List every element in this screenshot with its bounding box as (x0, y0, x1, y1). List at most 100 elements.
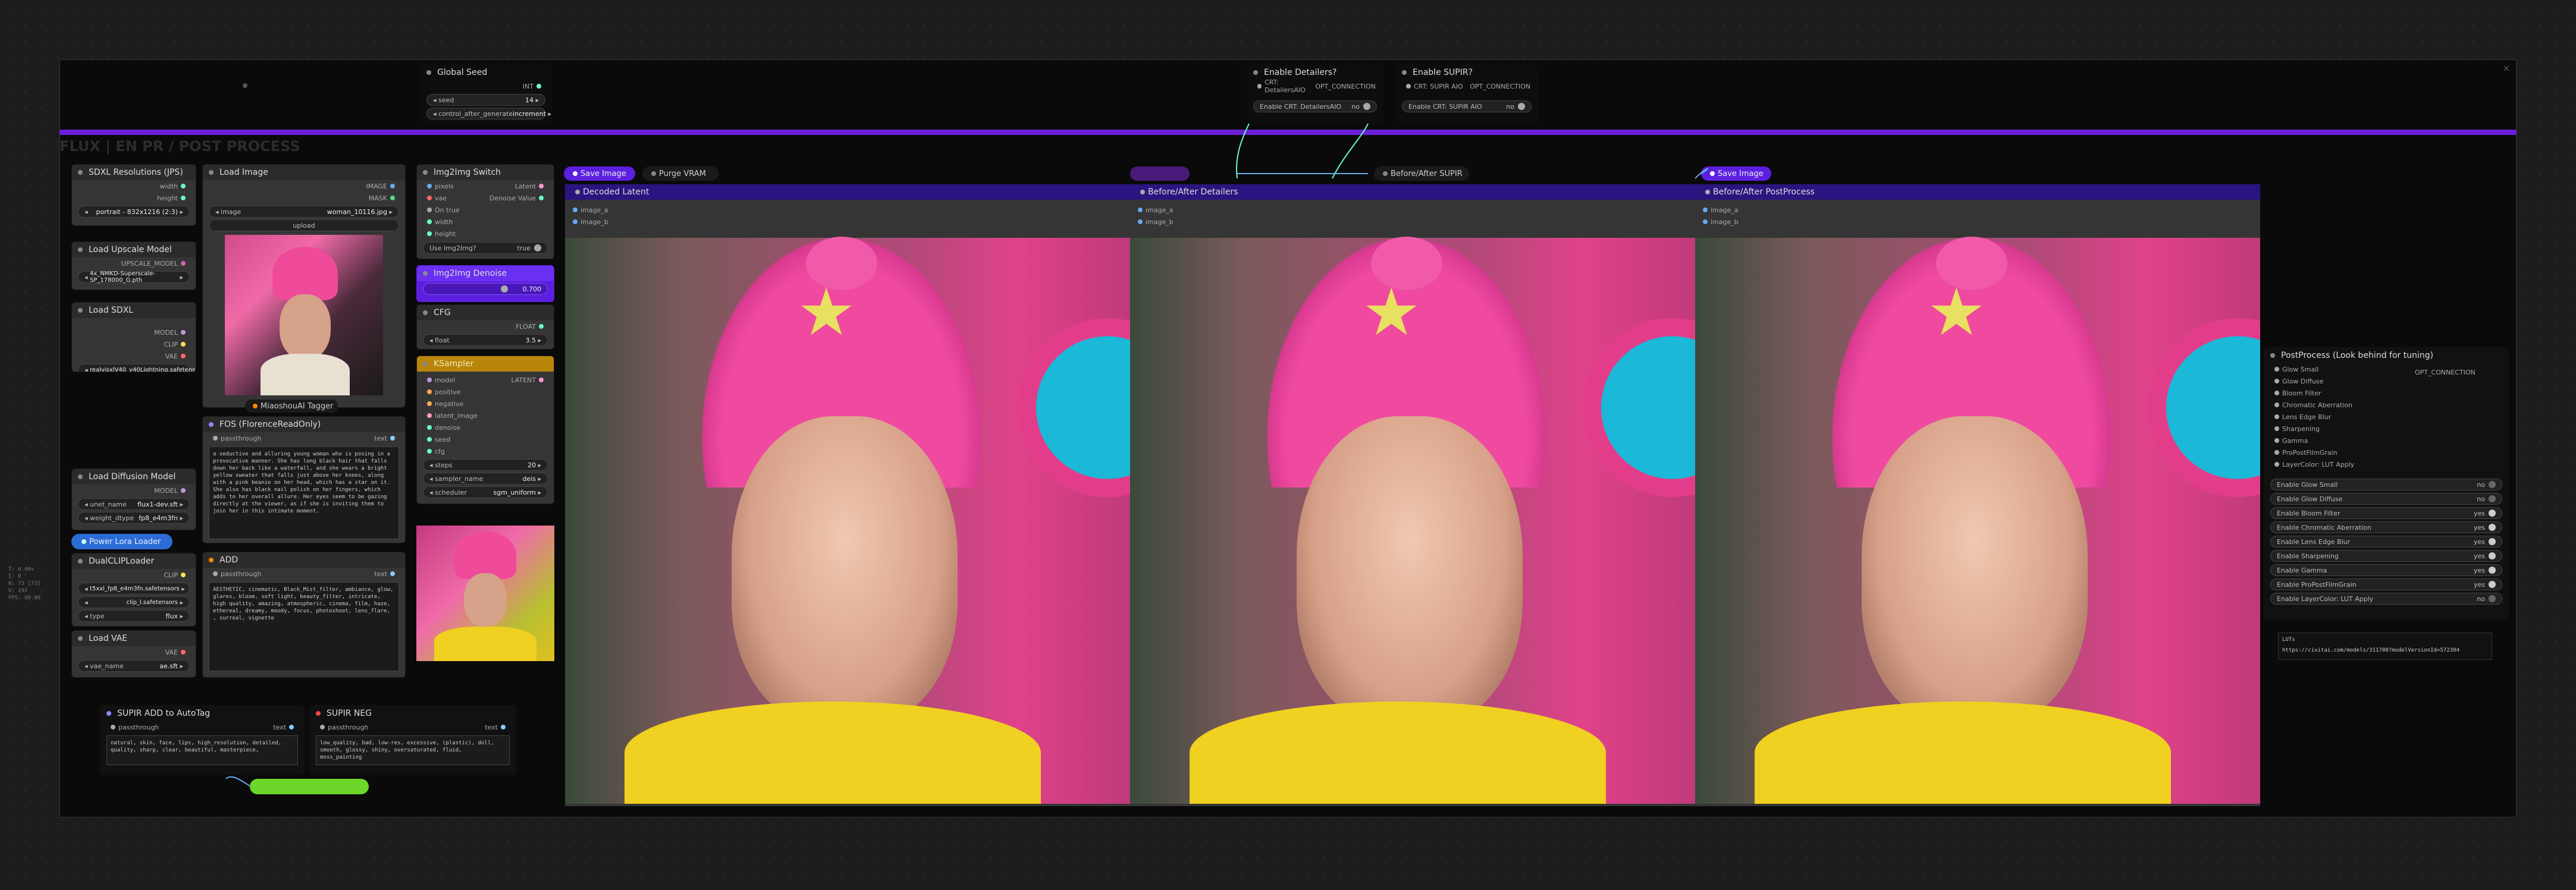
input-socket[interactable] (2274, 462, 2279, 467)
enable-supir-node[interactable]: Enable SUPIR? CRT: SUPIR AIO OPT_CONNECTI… (1395, 64, 1538, 124)
pp-toggle[interactable]: Enable Glow Small no (2270, 479, 2502, 490)
output-socket[interactable] (181, 184, 186, 188)
output-socket[interactable] (539, 196, 544, 200)
load-sdxl-node[interactable]: Load SDXL MODEL CLIP VAE ◂ realvisxlV40_… (71, 302, 196, 372)
postprocess-node[interactable]: PostProcess (Look behind for tuning) Glo… (2264, 347, 2509, 621)
unet-select[interactable]: ◂ unet_name flux1-dev.sft ▸ (78, 498, 190, 510)
input-socket[interactable] (213, 436, 218, 441)
collapse-icon[interactable] (209, 422, 214, 427)
load-vae-node[interactable]: Load VAE VAE ◂ vae_name ae.sft ▸ (71, 630, 196, 678)
denoise-slider[interactable]: 0.700 (423, 283, 548, 295)
collapse-icon[interactable] (423, 310, 428, 315)
output-socket[interactable] (390, 196, 395, 200)
input-socket[interactable] (2274, 450, 2279, 455)
input-socket[interactable] (2274, 426, 2279, 431)
enable-detailers-node[interactable]: Enable Detailers? CRT: DetailersAIO OPT_C… (1247, 64, 1383, 124)
pp-toggle[interactable]: Enable Bloom Filter yes (2270, 507, 2502, 519)
pp-toggle[interactable]: Enable LayerColor: LUT Apply no (2270, 593, 2502, 605)
note-url[interactable]: https://civitai.com/models/311700?modelV… (2282, 647, 2488, 653)
tagger-node[interactable]: MiaoshouAI Tagger (245, 400, 338, 413)
decoded-latent-header[interactable]: Decoded Latent (565, 184, 1130, 200)
supir-add-text[interactable]: natural, skin, face, lips, high_resoluti… (106, 735, 298, 765)
save-image-node-2[interactable]: Save Image (1701, 166, 1771, 181)
collapse-icon[interactable] (78, 308, 83, 313)
input-socket[interactable] (1406, 84, 1411, 89)
collapse-icon[interactable] (1402, 70, 1407, 75)
sdxl-resolutions-node[interactable]: SDXL Resolutions (JPS) width height ◂ po… (71, 164, 196, 226)
clip2-select[interactable]: ◂ clip_l.safetensors ▸ (78, 596, 190, 608)
collapse-icon[interactable] (78, 636, 83, 641)
ba-detailers-header[interactable]: Before/After Detailers (1130, 184, 1695, 200)
control-after-generate-widget[interactable]: ◂ control_after_generate increment ▸ (426, 108, 551, 119)
power-lora-node[interactable]: Power Lora Loader (71, 534, 172, 549)
input-socket[interactable] (2274, 379, 2279, 383)
collapse-icon[interactable] (78, 247, 83, 252)
resolution-select[interactable]: ◂ portrait - 832x1216 (2:3) ▸ (78, 206, 190, 218)
close-icon[interactable]: ✕ (2503, 64, 2510, 74)
input-socket[interactable] (2274, 438, 2279, 443)
pp-toggle[interactable]: Enable Gamma yes (2270, 564, 2502, 576)
steps-widget[interactable]: ◂ steps 20 ▸ (423, 459, 548, 471)
supir-neg-text[interactable]: low_quality, bad, low-res, excessive, (p… (316, 735, 510, 765)
image-select[interactable]: ◂ image woman_10116.jpg ▸ (209, 206, 399, 218)
purge-vram-node[interactable]: Purge VRAM (642, 166, 718, 181)
enable-supir-toggle[interactable]: Enable CRT: SUPIR AIO no (1402, 100, 1532, 112)
output-socket[interactable] (501, 725, 506, 729)
output-socket[interactable] (539, 324, 544, 329)
caption-text[interactable]: a seductive and alluring young woman who… (209, 446, 399, 539)
output-socket[interactable] (289, 725, 294, 729)
collapse-icon[interactable] (2270, 353, 2275, 358)
green-reroute-node[interactable] (250, 779, 369, 794)
clip1-select[interactable]: ◂ t5xxl_fp8_e4m3fn.safetensors ▸ (78, 583, 190, 595)
load-image-node[interactable]: Load Image IMAGE MASK ◂ image woman_10116… (202, 164, 406, 408)
output-socket[interactable] (390, 436, 395, 441)
type-select[interactable]: ◂ type flux ▸ (78, 610, 190, 622)
output-socket[interactable] (539, 184, 544, 188)
vae-select[interactable]: ◂ vae_name ae.sft ▸ (78, 660, 190, 672)
diffusion-model-node[interactable]: Load Diffusion Model MODEL ◂ unet_name fl… (71, 468, 196, 530)
seed-widget[interactable]: ◂ seed 14 ▸ (426, 94, 545, 106)
model-select[interactable]: ◂ 4x_NMKD-Superscale-SP_178000_G.pth ▸ (78, 271, 190, 284)
output-socket[interactable] (536, 84, 541, 89)
enable-detailers-toggle[interactable]: Enable CRT: DetailersAIO no (1253, 100, 1377, 112)
output-socket[interactable] (181, 354, 186, 358)
output-socket[interactable] (390, 184, 395, 188)
reroute-dot[interactable] (243, 83, 247, 88)
upload-button[interactable]: upload (209, 219, 399, 231)
collapse-icon[interactable] (423, 170, 428, 175)
output-socket[interactable] (181, 330, 186, 335)
output-socket[interactable] (181, 261, 186, 266)
add-node[interactable]: ADD passthrough text AESTHETIC, cinematic… (202, 552, 406, 678)
collapse-icon[interactable] (423, 361, 428, 366)
ckpt-select[interactable]: ◂ realvisxlV40_v40Lightning.safetensors … (78, 364, 196, 372)
lut-note[interactable]: LUTs https://civitai.com/models/311700?m… (2278, 633, 2492, 660)
sampler-name-widget[interactable]: ◂ sampler_name deis ▸ (423, 473, 548, 485)
pp-toggle[interactable]: Enable ProPostFilmGrain yes (2270, 578, 2502, 590)
pp-toggle[interactable]: Enable Glow Diffuse no (2270, 493, 2502, 505)
input-socket[interactable] (213, 571, 218, 576)
output-socket[interactable] (181, 650, 186, 655)
collapse-icon[interactable] (423, 271, 428, 276)
scheduler-widget[interactable]: ◂ scheduler sgm_uniform ▸ (423, 486, 548, 498)
upscale-model-node[interactable]: Load Upscale Model UPSCALE_MODEL ◂ 4x_NM… (71, 241, 196, 290)
input-socket[interactable] (2274, 391, 2279, 395)
img2img-switch-node[interactable]: Img2Img Switch pixels Latent vae Denoise V… (416, 164, 554, 259)
collapse-icon[interactable] (78, 170, 83, 175)
dual-clip-loader-node[interactable]: DualCLIPLoader CLIP ◂ t5xxl_fp8_e4m3fn.s… (71, 553, 196, 627)
global-seed-node[interactable]: Global Seed INT ◂ seed 14 ▸ ◂ control_aft… (420, 64, 552, 124)
supir-add-node[interactable]: SUPIR ADD to AutoTag passthrough text nat… (100, 705, 305, 775)
weight-dtype-select[interactable]: ◂ weight_dtype fp8_e4m3fn ▸ (78, 512, 190, 524)
output-socket[interactable] (390, 571, 395, 576)
ksampler-node[interactable]: KSampler model LATENT positive negative l… (416, 356, 554, 504)
use-img2img-toggle[interactable]: Use Img2Img? true (423, 242, 548, 254)
pp-toggle[interactable]: Enable Sharpening yes (2270, 550, 2502, 562)
ba-supir-node[interactable]: Before/After SUPIR (1374, 166, 1469, 181)
collapse-icon[interactable] (209, 170, 214, 175)
supir-neg-node[interactable]: SUPIR NEG passthrough text low_quality, b… (309, 705, 516, 775)
ba-post-header[interactable]: Before/After PostProcess (1695, 184, 2260, 200)
output-socket[interactable] (181, 573, 186, 577)
collapse-icon[interactable] (106, 711, 111, 716)
add-text[interactable]: AESTHETIC, cinematic, Black_Mist_filter,… (209, 582, 399, 671)
florence-node[interactable]: FOS (FlorenceReadOnly) passthrough text a… (202, 416, 406, 543)
pp-toggle[interactable]: Enable Chromatic Aberration yes (2270, 521, 2502, 533)
